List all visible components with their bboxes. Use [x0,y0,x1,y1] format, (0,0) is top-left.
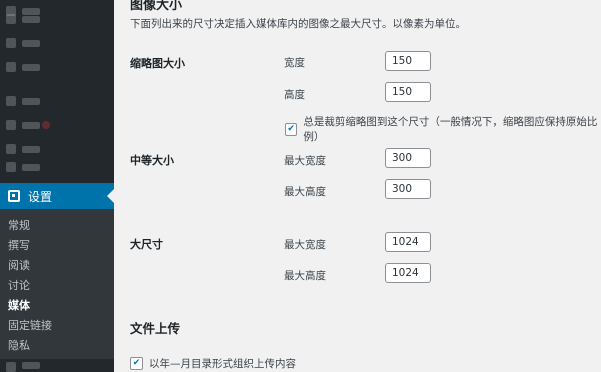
submenu-item-permalinks[interactable]: 固定链接 [8,317,52,333]
active-pointer-arrow [107,189,114,203]
large-max-width-input[interactable] [385,232,431,252]
menu-icon [6,62,16,72]
large-max-height-label: 最大高度 [284,270,326,282]
medium-max-width-label: 最大宽度 [284,155,326,167]
submenu-item-privacy[interactable]: 隐私 [8,337,30,353]
notification-badge [42,121,50,129]
menu-item-label [22,362,40,369]
crop-thumbnail-option[interactable]: ✔ 总是裁剪缩略图到这个尺寸（一般情况下，缩略图应保持原始比例） [285,114,601,144]
menu-item-label [22,39,40,47]
menu-icon [6,96,16,106]
menu-icon [6,362,16,372]
menu-icon [6,14,16,24]
settings-icon [8,190,20,202]
menu-icon [6,162,16,172]
submenu-item-writing[interactable]: 撰写 [8,237,30,253]
section-description: 下面列出来的尺寸决定插入媒体库内的图像之最大尺寸。以像素为单位。 [130,18,466,30]
admin-sidebar: 设置 常规 撰写 阅读 讨论 媒体 固定链接 隐私 [0,0,114,372]
menu-icon [6,38,16,48]
medium-max-height-label: 最大高度 [284,186,326,198]
sidebar-item-settings[interactable]: 设置 [0,183,114,209]
thumbnail-width-input[interactable] [385,51,431,71]
menu-item-blurred[interactable] [6,362,40,372]
menu-item-blurred[interactable] [6,160,40,174]
thumbnail-width-label: 宽度 [284,57,305,69]
medium-max-width-input[interactable] [385,148,431,168]
submenu-item-general[interactable]: 常规 [8,217,30,233]
section-title-uploads: 文件上传 [130,321,181,336]
menu-item-blurred[interactable] [6,60,40,74]
menu-item-label [22,121,40,129]
crop-thumbnail-checkbox[interactable]: ✔ [285,122,298,136]
menu-item-blurred[interactable] [6,118,50,132]
organize-uploads-checkbox[interactable]: ✔ [130,357,143,370]
menu-item-blurred[interactable] [6,94,40,108]
submenu-item-reading[interactable]: 阅读 [8,257,30,273]
menu-item-label [22,163,40,171]
organize-uploads-label: 以年—月目录形式组织上传内容 [149,358,296,370]
menu-item-label [22,63,40,71]
sidebar-item-label: 设置 [28,189,53,204]
submenu-item-media[interactable]: 媒体 [8,297,30,313]
menu-icon [6,120,16,130]
medium-max-height-input[interactable] [385,179,431,199]
thumbnail-size-label: 缩略图大小 [130,57,185,70]
submenu-item-discussion[interactable]: 讨论 [8,277,30,293]
thumbnail-height-input[interactable] [385,82,431,102]
section-title-image-sizes: 图像大小 [130,0,183,13]
menu-item-label [22,145,40,153]
large-max-height-input[interactable] [385,263,431,283]
large-size-label: 大尺寸 [130,238,163,251]
menu-item-blurred[interactable] [6,142,40,156]
menu-item-blurred[interactable] [6,12,40,26]
menu-icon [6,144,16,154]
menu-item-blurred[interactable] [6,36,40,50]
crop-thumbnail-label: 总是裁剪缩略图到这个尺寸（一般情况下，缩略图应保持原始比例） [303,116,598,143]
settings-submenu: 常规 撰写 阅读 讨论 媒体 固定链接 隐私 [0,209,114,359]
large-max-width-label: 最大宽度 [284,239,326,251]
menu-item-label [22,97,40,105]
medium-size-label: 中等大小 [130,154,174,167]
media-settings-panel: 图像大小 下面列出来的尺寸决定插入媒体库内的图像之最大尺寸。以像素为单位。 缩略… [114,0,601,372]
thumbnail-height-label: 高度 [284,89,305,101]
menu-item-label [22,15,40,23]
organize-uploads-option[interactable]: ✔ 以年—月目录形式组织上传内容 [130,356,296,371]
